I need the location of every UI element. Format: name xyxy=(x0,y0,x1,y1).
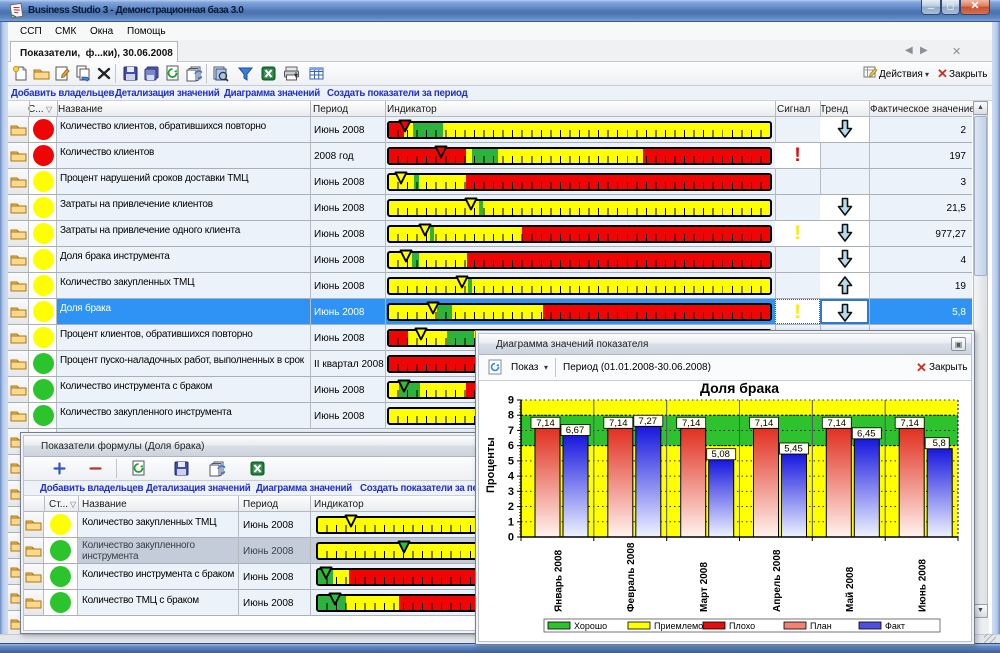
svg-text:7,14: 7,14 xyxy=(536,418,555,429)
svg-text:7,14: 7,14 xyxy=(755,418,774,429)
svg-text:Июнь 2008: Июнь 2008 xyxy=(918,559,929,612)
svg-text:Факт: Факт xyxy=(885,621,905,631)
svg-text:Плохо: Плохо xyxy=(729,621,755,631)
svg-text:1: 1 xyxy=(508,516,514,528)
svg-text:5,45: 5,45 xyxy=(784,444,803,455)
svg-text:0: 0 xyxy=(508,532,514,544)
svg-text:5,08: 5,08 xyxy=(711,449,730,460)
svg-text:6,45: 6,45 xyxy=(857,428,876,439)
svg-text:7: 7 xyxy=(508,425,514,437)
svg-text:Март 2008: Март 2008 xyxy=(699,562,710,612)
svg-text:9: 9 xyxy=(508,395,514,407)
svg-text:7,14: 7,14 xyxy=(900,418,919,429)
svg-text:2: 2 xyxy=(508,501,514,513)
svg-text:8: 8 xyxy=(508,410,514,422)
svg-text:Апрель 2008: Апрель 2008 xyxy=(772,549,783,612)
svg-text:Доля брака: Доля брака xyxy=(700,380,779,396)
svg-text:Приемлемо: Приемлемо xyxy=(654,621,703,631)
svg-text:4: 4 xyxy=(508,471,515,483)
svg-text:Проценты: Проценты xyxy=(485,437,497,493)
svg-text:6,67: 6,67 xyxy=(566,425,585,436)
svg-text:Хорошо: Хорошо xyxy=(574,621,607,631)
svg-text:3: 3 xyxy=(508,486,514,498)
svg-text:5: 5 xyxy=(508,455,514,467)
svg-text:7,14: 7,14 xyxy=(828,418,847,429)
svg-text:Январь 2008: Январь 2008 xyxy=(553,549,564,612)
svg-text:План: План xyxy=(810,621,832,631)
svg-text:6: 6 xyxy=(508,440,514,452)
svg-text:7,14: 7,14 xyxy=(609,418,628,429)
svg-text:5,8: 5,8 xyxy=(933,438,946,449)
svg-text:Февраль 2008: Февраль 2008 xyxy=(626,542,637,612)
svg-text:7,27: 7,27 xyxy=(639,416,658,427)
svg-text:7,14: 7,14 xyxy=(682,418,701,429)
svg-text:Май 2008: Май 2008 xyxy=(845,566,856,612)
